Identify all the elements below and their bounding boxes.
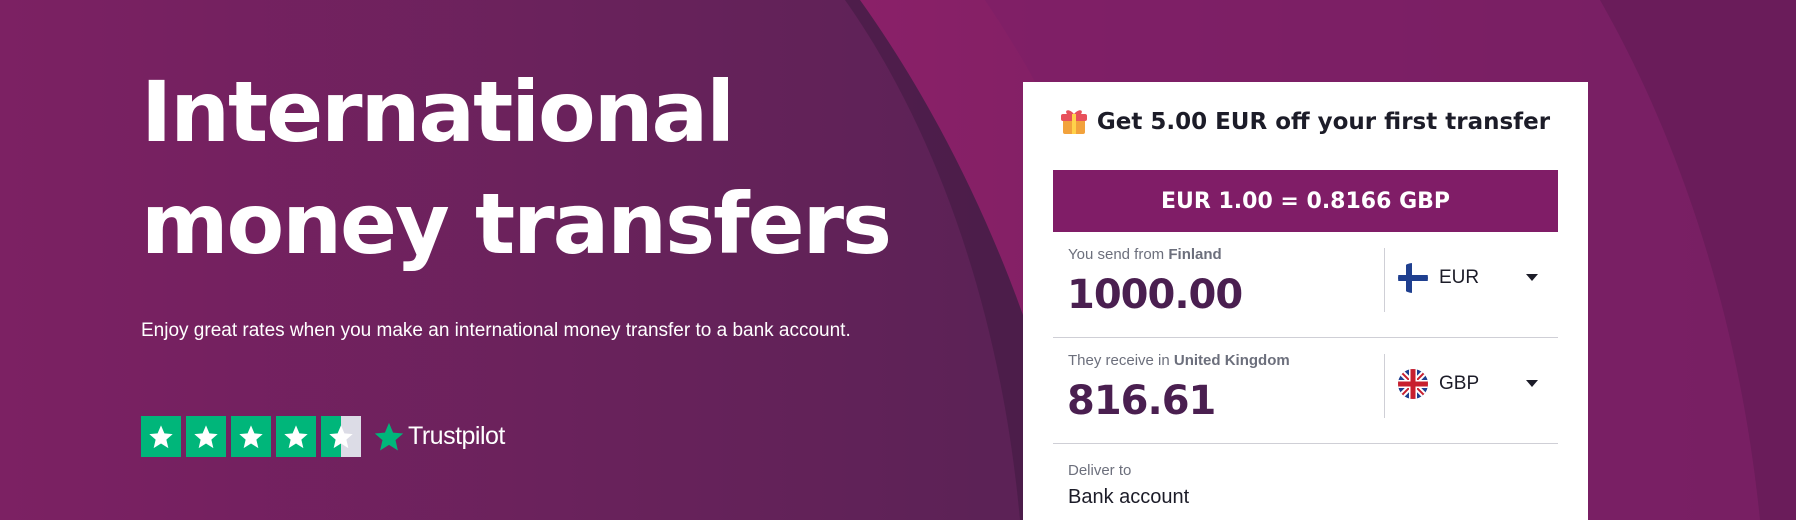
send-currency-select[interactable]: EUR — [1398, 260, 1548, 296]
trustpilot-star-icon — [374, 422, 404, 450]
finland-flag-icon — [1398, 263, 1428, 293]
transfer-calculator: Get 5.00 EUR off your first transfer EUR… — [1023, 82, 1588, 520]
trustpilot-rating[interactable]: Trustpilot — [141, 416, 505, 457]
receive-amount-input[interactable]: 816.61 — [1067, 378, 1216, 424]
rating-star — [231, 416, 271, 457]
receive-currency-select[interactable]: GBP — [1398, 366, 1548, 402]
receive-label-prefix: They receive in — [1068, 352, 1170, 369]
send-country: Finland — [1168, 246, 1222, 263]
receive-currency-code: GBP — [1439, 373, 1480, 394]
chevron-down-icon — [1526, 274, 1538, 281]
exchange-rate-bar: EUR 1.00 = 0.8166 GBP — [1053, 170, 1558, 232]
gift-icon — [1060, 110, 1087, 134]
deliver-label: Deliver to — [1068, 462, 1132, 479]
hero-title: International money transfers — [141, 63, 892, 273]
receive-label: They receive in United Kingdom — [1068, 352, 1290, 369]
receive-amount-row: They receive in United Kingdom 816.61 GB… — [1053, 338, 1558, 444]
send-amount-row: You send from Finland 1000.00 EUR — [1053, 232, 1558, 338]
send-currency-code: EUR — [1439, 267, 1480, 288]
send-amount-input[interactable]: 1000.00 — [1067, 272, 1243, 318]
trustpilot-logo: Trustpilot — [372, 420, 505, 454]
receive-country: United Kingdom — [1173, 352, 1290, 369]
hero-section: International money transfers Enjoy grea… — [141, 56, 901, 346]
trustpilot-name: Trustpilot — [408, 422, 505, 450]
rating-star — [276, 416, 316, 457]
promo-banner: Get 5.00 EUR off your first transfer — [1023, 108, 1588, 136]
send-label: You send from Finland — [1068, 246, 1222, 263]
rating-star — [141, 416, 181, 457]
chevron-down-icon — [1526, 380, 1538, 387]
divider — [1384, 354, 1385, 418]
deliver-value: Bank account — [1068, 486, 1190, 508]
promo-text: Get 5.00 EUR off your first transfer — [1096, 109, 1551, 135]
hero-subtitle: Enjoy great rates when you make an inter… — [141, 320, 851, 341]
send-label-prefix: You send from — [1068, 246, 1165, 263]
rating-star-half — [321, 416, 361, 457]
uk-flag-icon — [1398, 369, 1428, 399]
divider — [1384, 248, 1385, 312]
exchange-rate-text: EUR 1.00 = 0.8166 GBP — [1160, 188, 1451, 214]
rating-star — [186, 416, 226, 457]
